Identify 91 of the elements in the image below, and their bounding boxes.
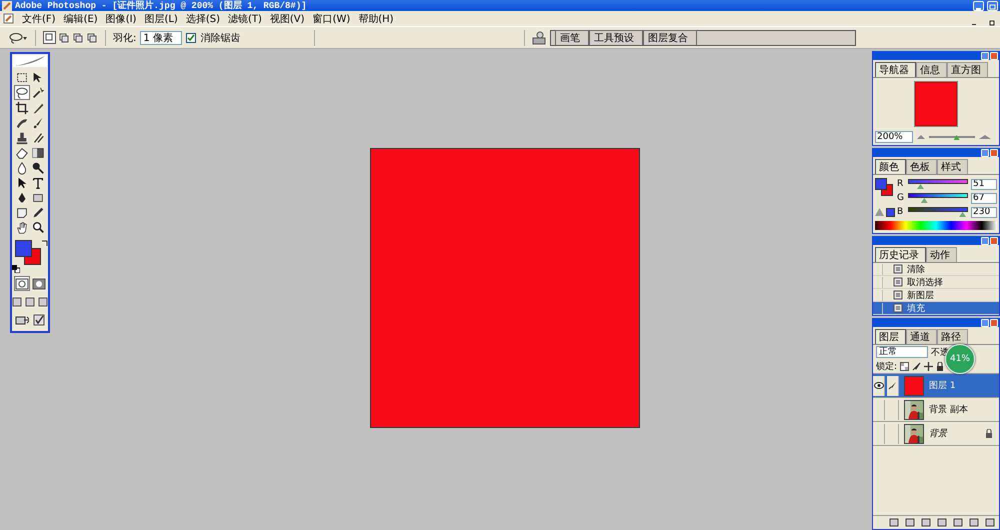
history-state-icon [893,277,903,287]
slider-thumb[interactable] [920,198,928,203]
zoom-in-icon[interactable] [978,134,992,140]
lock-label: 锁定: [876,360,898,372]
brush-icon[interactable] [912,362,922,370]
layer-name: 背景 [929,428,947,440]
minimize-button[interactable] [981,148,989,156]
color-spectrum[interactable] [875,221,997,230]
channel-slider[interactable] [908,207,968,217]
menu-item[interactable]: 滤镜(T) [228,12,262,26]
file-browser-icon[interactable] [532,30,546,44]
panel-tab[interactable]: 样式 [937,159,968,174]
default-colors-icon[interactable] [12,265,20,273]
minimize-button[interactable] [981,236,989,244]
layer-row[interactable]: 背景 副本 [873,397,999,421]
channel-value-field[interactable]: 230 [971,206,997,218]
panel-tab[interactable]: 信息 [916,62,947,77]
palette-tab[interactable]: 图层复合 [643,30,697,44]
document-icon [3,13,14,24]
panel-tab[interactable]: 导航器 [875,62,916,77]
app-icon [2,0,12,10]
channel-slider[interactable] [908,179,968,189]
history-item[interactable]: 清除 [873,263,999,276]
panel-tab[interactable]: 动作 [926,247,957,262]
channel-value-field[interactable]: 67 [971,192,997,204]
warning-icon [875,208,884,216]
move-icon[interactable] [924,362,934,370]
menu-item[interactable]: 编辑(E) [64,12,98,26]
menu-item[interactable]: 文件(F) [22,12,56,26]
minimize-button[interactable] [981,318,989,326]
window-title: Adobe Photoshop - [证件照片.jpg @ 200% (图层 1, RGB/8#)] [15,0,307,12]
menu-item[interactable]: 窗口(W) [312,12,350,26]
color-swatches-drawing[interactable] [15,240,41,265]
menu-item[interactable]: 图像(I) [106,12,136,26]
brush-icon [888,381,897,390]
eye-icon[interactable] [874,382,884,389]
palette-tab[interactable]: 工具预设 [589,30,643,44]
feather-label: 羽化: [113,32,136,44]
history-state-icon [893,303,903,313]
palette-tab[interactable]: 画笔 [555,30,589,44]
panel-tab[interactable]: 图层 [875,329,906,344]
zoom-slider-thumb[interactable] [954,135,960,140]
layer-thumbnail [904,376,924,396]
zoom-field[interactable]: 200% [875,131,913,143]
layer-name: 图层 1 [929,380,956,392]
history-state-icon [893,290,903,300]
panel-tab[interactable]: 色板 [906,159,937,174]
minimize-button[interactable] [981,52,989,60]
zoom-out-icon[interactable] [916,134,926,140]
restore-icon[interactable] [988,18,996,26]
history-state-icon [893,264,903,274]
history-item[interactable]: 取消选择 [873,276,999,289]
lasso-preset-button[interactable] [8,32,28,44]
antialias-checkbox[interactable] [186,32,196,42]
menu-item[interactable]: 图层(L) [144,12,178,26]
menu-item[interactable]: 视图(V) [270,12,305,26]
feather-field[interactable]: 1 像素 [140,30,182,44]
channel-value-field[interactable]: 51 [971,178,997,190]
channel-label: G [897,193,905,203]
history-item[interactable]: 填充 [873,302,999,315]
slider-thumb[interactable] [959,212,966,217]
feather-icon [13,55,47,67]
checkmark-icon[interactable] [30,312,46,327]
layer-row[interactable]: 图层 1 [873,373,999,397]
panel-tab[interactable]: 历史记录 [875,247,926,262]
close-button[interactable] [990,318,998,326]
panel-tab[interactable]: 颜色 [875,159,906,174]
menu-item[interactable]: 选择(S) [186,12,220,26]
panel-tab[interactable]: 直方图 [947,62,988,77]
gamut-swatch[interactable] [886,208,895,217]
slider-thumb[interactable] [917,184,924,189]
channel-label: R [897,179,904,189]
swap-icon[interactable] [41,240,48,247]
antialias-label: 消除锯齿 [200,32,240,44]
panel-tab[interactable]: 通道 [906,329,937,344]
channel-slider[interactable] [908,193,968,203]
lock-icon[interactable] [936,362,944,370]
quick-mask-button[interactable] [30,276,46,291]
standard-mode-button[interactable] [14,276,30,291]
channel-label: B [897,207,904,217]
close-button[interactable] [990,148,998,156]
layer-name: 背景 副本 [929,404,968,416]
panel-tab[interactable]: 路径 [937,329,968,344]
navigator-thumbnail[interactable] [915,82,957,126]
close-button[interactable] [990,52,998,60]
blend-mode-dropdown[interactable]: 正常 [876,346,928,358]
close-button[interactable] [990,236,998,244]
layer-row[interactable]: 背景 [873,421,999,445]
color-swatches-drawing[interactable] [875,178,893,196]
lock-transparency-icon[interactable] [900,362,910,370]
menu-item[interactable]: 帮助(H) [358,12,394,26]
